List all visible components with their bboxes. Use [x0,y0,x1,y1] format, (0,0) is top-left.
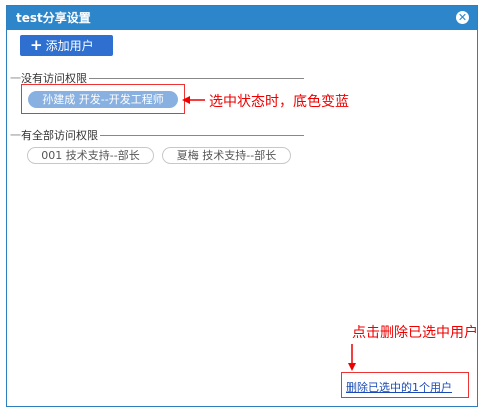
arrow-head [348,363,356,371]
delete-note: 点击删除已选中用户 [352,325,478,341]
delete-selected-link[interactable]: 删除已选中的1个用户 [346,379,452,395]
annotation-arrows [182,96,356,371]
selected-state-note: 选中状态时，底色变蓝 [209,94,349,110]
arrow-head [182,96,190,104]
